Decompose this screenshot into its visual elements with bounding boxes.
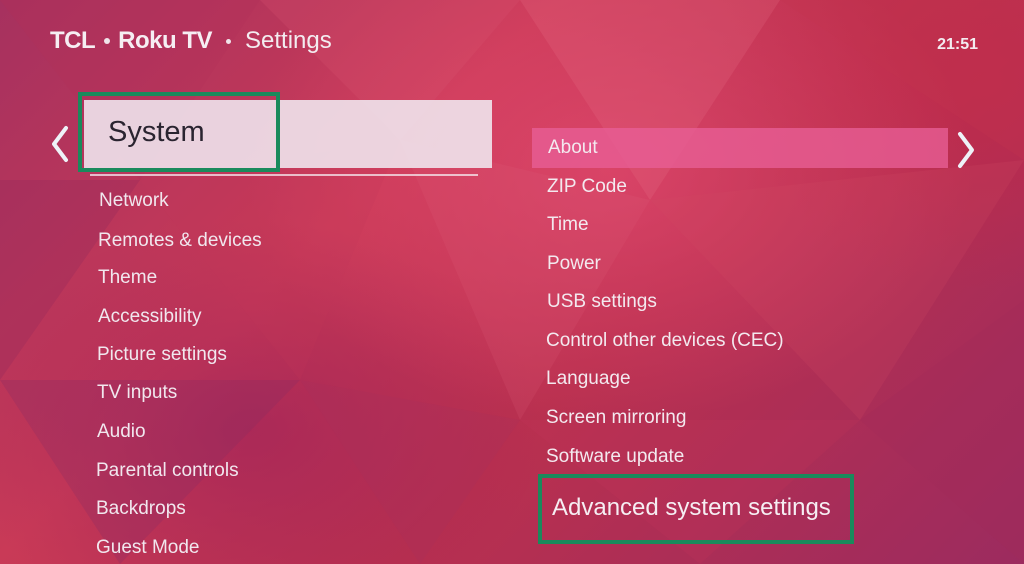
right-menu-item-software-update[interactable]: Software update [546, 446, 684, 468]
header-brand: TCL Roku TV Settings [50, 27, 332, 55]
right-menu-item-zip-code[interactable]: ZIP Code [547, 176, 627, 198]
right-menu-item-control-other-devices[interactable]: Control other devices (CEC) [546, 330, 784, 352]
clock: 21:51 [937, 36, 978, 53]
left-menu-item-picture-settings[interactable]: Picture settings [97, 344, 227, 366]
right-menu-item-power[interactable]: Power [547, 253, 601, 275]
left-menu-item-backdrops[interactable]: Backdrops [96, 498, 186, 520]
right-menu-item-language[interactable]: Language [546, 368, 631, 390]
category-divider [90, 174, 478, 176]
separator-dot-icon [226, 38, 231, 44]
left-menu-item-audio[interactable]: Audio [97, 421, 146, 443]
left-menu-item-accessibility[interactable]: Accessibility [98, 306, 201, 328]
page-title: Settings [245, 27, 332, 54]
brand-tcl-logo: TCL [50, 27, 96, 54]
right-menu-item-time[interactable]: Time [547, 214, 589, 236]
right-menu-item-screen-mirroring[interactable]: Screen mirroring [546, 407, 686, 429]
right-menu-item-advanced-system-settings[interactable]: Advanced system settings [552, 494, 831, 522]
left-menu-item-theme[interactable]: Theme [98, 267, 157, 289]
chevron-left-icon[interactable] [48, 124, 72, 164]
right-menu-item-usb-settings[interactable]: USB settings [547, 291, 657, 313]
category-label-system[interactable]: System [108, 116, 205, 149]
right-menu-item-about[interactable]: About [548, 137, 598, 159]
brand-roku-logo: Roku TV [118, 27, 212, 54]
left-menu-item-network[interactable]: Network [99, 190, 169, 212]
left-menu-item-guest-mode[interactable]: Guest Mode [96, 537, 200, 559]
left-menu-item-remotes-devices[interactable]: Remotes & devices [98, 230, 262, 252]
left-menu-item-parental-controls[interactable]: Parental controls [96, 460, 239, 482]
chevron-right-icon[interactable] [954, 130, 978, 170]
left-menu-item-tv-inputs[interactable]: TV inputs [97, 382, 177, 404]
brand-dot-icon [104, 38, 111, 44]
